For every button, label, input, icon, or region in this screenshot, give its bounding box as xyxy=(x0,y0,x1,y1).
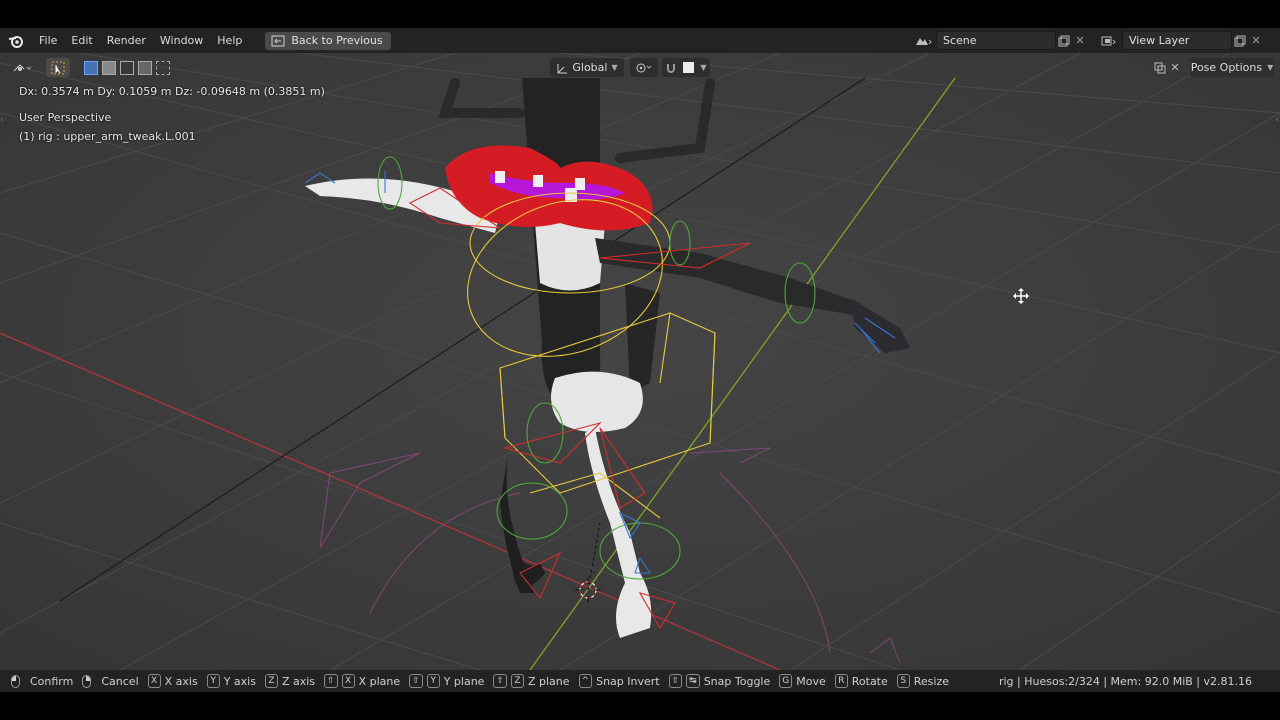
x-axis-label: X axis xyxy=(164,674,198,688)
select-intersect-icon[interactable] xyxy=(156,60,170,75)
gizmo-toggle-group: ✕ xyxy=(1150,58,1184,77)
z-axis-label: Z axis xyxy=(281,674,316,688)
select-tool-icon[interactable] xyxy=(46,58,70,77)
viewport-header: Global ▼ ▼ ✕ Pose Options ▼ xyxy=(0,53,1280,81)
tab-key-icon: ↹ xyxy=(686,674,700,688)
close-icon[interactable]: ✕ xyxy=(1170,61,1179,74)
shift-key-icon: ⇧ xyxy=(668,674,683,688)
status-rotate: R Rotate xyxy=(834,674,888,688)
select-invert-icon[interactable] xyxy=(138,60,152,75)
left-mouse-icon xyxy=(11,674,20,688)
status-z-axis: Z Z axis xyxy=(264,674,316,688)
screen-back-icon xyxy=(271,35,285,46)
z-plane-label: Z plane xyxy=(527,674,570,688)
menu-file[interactable]: File xyxy=(32,28,64,53)
z-key-icon: Z xyxy=(264,674,278,688)
y-plane-label: Y plane xyxy=(443,674,485,688)
status-y-plane: ⇧ Y Y plane xyxy=(409,674,484,688)
status-bar: Confirm Cancel X X axis Y Y axis Z Z axi… xyxy=(0,670,1280,692)
z-key-icon: Z xyxy=(510,674,524,688)
scene-icon[interactable] xyxy=(910,31,936,50)
move-label: Move xyxy=(796,674,826,688)
scene-name: Scene xyxy=(943,34,977,47)
menu-help[interactable]: Help xyxy=(210,28,249,53)
right-region-toggle-icon[interactable]: ‹ xyxy=(1275,115,1279,125)
menu-render[interactable]: Render xyxy=(100,28,153,53)
select-extend-icon[interactable] xyxy=(102,60,116,75)
scene-selector-group: Scene ✕ View Layer ✕ xyxy=(910,31,1264,50)
x-key-icon: X xyxy=(147,674,161,688)
y-axis-label: Y axis xyxy=(223,674,256,688)
transform-readout: Dx: 0.3574 m Dy: 0.1059 m Dz: -0.09648 m… xyxy=(19,85,325,98)
shift-key-icon: ⇧ xyxy=(324,674,338,688)
chevron-down-icon: ▼ xyxy=(700,63,707,72)
transform-orientation-dropdown[interactable]: Global ▼ xyxy=(550,58,624,77)
status-x-axis: X X axis xyxy=(147,674,198,688)
status-cancel: Cancel xyxy=(82,674,139,688)
left-region-toggle-icon[interactable]: ‹ xyxy=(0,115,4,125)
pose-options-label: Pose Options xyxy=(1190,61,1263,74)
y-key-icon: Y xyxy=(206,674,220,688)
x-ray-icon[interactable] xyxy=(1154,62,1166,74)
new-scene-icon[interactable] xyxy=(1056,31,1072,50)
orientation-icon xyxy=(557,63,568,73)
menu-window[interactable]: Window xyxy=(153,28,210,53)
snapping-group: ▼ xyxy=(662,58,710,77)
snap-magnet-icon[interactable] xyxy=(665,62,677,74)
snap-invert-label: Snap Invert xyxy=(596,674,660,688)
snap-element-icon[interactable] xyxy=(683,62,695,73)
shift-key-icon: ⇧ xyxy=(409,674,423,688)
status-y-axis: Y Y axis xyxy=(206,674,256,688)
resize-label: Resize xyxy=(913,674,950,688)
status-resize: S Resize xyxy=(896,674,950,688)
status-info: rig | Huesos:2/324 | Mem: 92.0 MiB | v2.… xyxy=(998,674,1252,688)
delete-scene-icon[interactable]: ✕ xyxy=(1072,31,1088,50)
menu-edit[interactable]: Edit xyxy=(64,28,99,53)
editor-type-icon[interactable] xyxy=(8,58,38,77)
pivot-icon xyxy=(636,63,652,72)
snap-toggle-label: Snap Toggle xyxy=(703,674,771,688)
delete-view-layer-icon[interactable]: ✕ xyxy=(1248,31,1264,50)
select-new-icon[interactable] xyxy=(84,60,98,75)
status-z-plane: ⇧ Z Z plane xyxy=(493,674,570,688)
pivot-point-dropdown[interactable] xyxy=(630,58,658,77)
orientation-value: Global xyxy=(572,61,608,74)
rotate-label: Rotate xyxy=(851,674,888,688)
active-object-name: (1) rig : upper_arm_tweak.L.001 xyxy=(19,130,196,143)
cancel-label: Cancel xyxy=(101,674,139,688)
view-name: User Perspective xyxy=(19,111,112,124)
status-confirm: Confirm xyxy=(11,674,74,688)
view-layer-icon[interactable] xyxy=(1096,31,1122,50)
chevron-down-icon: ▼ xyxy=(1267,63,1274,72)
scene-render xyxy=(0,53,1280,670)
s-key-icon: S xyxy=(896,674,910,688)
ctrl-key-icon: ^ xyxy=(578,674,593,688)
chevron-down-icon: ▼ xyxy=(611,63,618,72)
view-layer-name: View Layer xyxy=(1129,34,1190,47)
status-snap-toggle: ⇧ ↹ Snap Toggle xyxy=(668,674,771,688)
new-view-layer-icon[interactable] xyxy=(1232,31,1248,50)
g-key-icon: G xyxy=(779,674,793,688)
pose-options-dropdown[interactable]: Pose Options ▼ xyxy=(1190,58,1274,77)
x-plane-label: X plane xyxy=(358,674,401,688)
status-move: G Move xyxy=(779,674,826,688)
x-key-icon: X xyxy=(341,674,355,688)
3d-viewport[interactable]: Global ▼ ▼ ✕ Pose Options ▼ Dx: 0.3574 m… xyxy=(0,53,1280,670)
back-to-previous-label: Back to Previous xyxy=(291,34,383,47)
view-layer-field[interactable]: View Layer xyxy=(1122,31,1232,50)
back-to-previous-button[interactable]: Back to Previous xyxy=(265,31,391,50)
status-snap-invert: ^ Snap Invert xyxy=(578,674,660,688)
confirm-label: Confirm xyxy=(30,674,74,688)
blender-logo-icon[interactable] xyxy=(0,28,32,53)
r-key-icon: R xyxy=(834,674,848,688)
top-menu-bar: File Edit Render Window Help Back to Pre… xyxy=(0,28,1280,53)
select-subtract-icon[interactable] xyxy=(120,60,134,75)
status-x-plane: ⇧ X X plane xyxy=(324,674,400,688)
scene-name-field[interactable]: Scene xyxy=(936,31,1056,50)
shift-key-icon: ⇧ xyxy=(493,674,507,688)
y-key-icon: Y xyxy=(426,674,440,688)
selection-mode-group xyxy=(82,58,172,77)
right-mouse-icon xyxy=(82,674,92,688)
